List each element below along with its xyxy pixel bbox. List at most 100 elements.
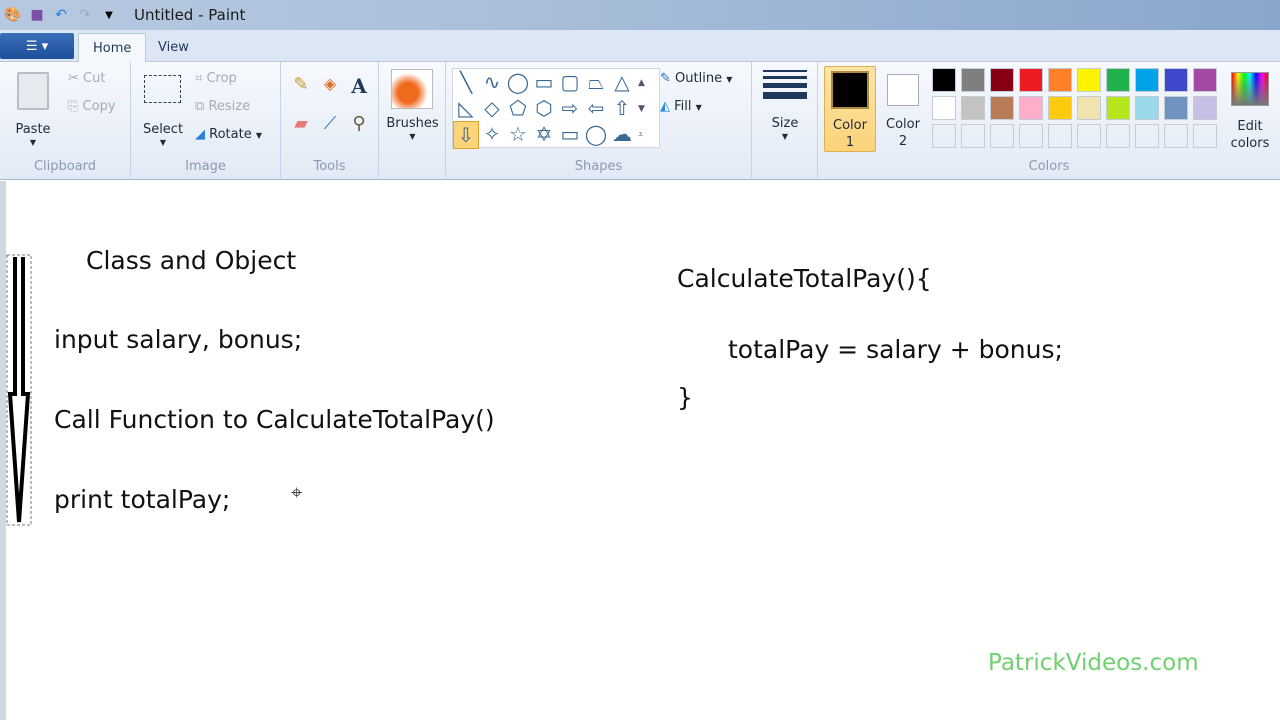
paste-button[interactable]: Paste ▼ bbox=[10, 68, 56, 148]
palette-swatch[interactable] bbox=[932, 96, 956, 120]
redo-icon[interactable]: ↷ bbox=[76, 6, 94, 24]
outline-button[interactable]: ✎ Outline ▼ bbox=[660, 71, 732, 86]
paint-menu-button[interactable]: ☰ ▾ bbox=[0, 33, 74, 59]
color-picker-icon[interactable]: ⟋ bbox=[316, 113, 344, 141]
rotate-button[interactable]: ◢ Rotate ▼ bbox=[195, 127, 262, 142]
palette-swatch[interactable] bbox=[1019, 68, 1043, 92]
down-arrow-drawing[interactable] bbox=[4, 254, 34, 529]
size-label: Size bbox=[771, 116, 799, 131]
undo-icon[interactable]: ↶ bbox=[52, 6, 70, 24]
palette-swatch[interactable] bbox=[932, 68, 956, 92]
canvas-text-print: print totalPay; bbox=[54, 485, 231, 514]
four-point-star-shape-icon[interactable]: ✧ bbox=[479, 121, 505, 149]
canvas-text-input: input salary, bonus; bbox=[54, 325, 303, 354]
palette-swatch[interactable] bbox=[1193, 68, 1217, 92]
palette-empty-swatch[interactable] bbox=[932, 124, 956, 148]
brushes-group[interactable]: Brushes ▼ bbox=[379, 62, 446, 178]
cloud-callout-shape-icon[interactable]: ☁ bbox=[609, 121, 635, 149]
right-arrow-shape-icon[interactable]: ⇨ bbox=[557, 95, 583, 121]
clipboard-group: Paste ▼ ✂ Cut ⎘ Copy Clipboard bbox=[0, 62, 131, 178]
palette-empty-swatch[interactable] bbox=[1019, 124, 1043, 148]
rounded-rectangle-shape-icon[interactable]: ▢ bbox=[557, 69, 583, 95]
palette-swatch[interactable] bbox=[1135, 96, 1159, 120]
palette-swatch[interactable] bbox=[1193, 96, 1217, 120]
palette-empty-swatch[interactable] bbox=[990, 124, 1014, 148]
palette-swatch[interactable] bbox=[961, 68, 985, 92]
canvas-text-function-body: totalPay = salary + bonus; bbox=[728, 335, 1063, 364]
rotate-icon: ◢ bbox=[195, 127, 205, 142]
palette-swatch[interactable] bbox=[1048, 96, 1072, 120]
oval-shape-icon[interactable]: ◯ bbox=[505, 69, 531, 95]
palette-swatch[interactable] bbox=[990, 96, 1014, 120]
tab-view[interactable]: View bbox=[144, 33, 203, 62]
tools-group-label: Tools bbox=[313, 159, 346, 174]
select-button[interactable]: Select ▼ bbox=[141, 68, 183, 148]
palette-empty-swatch[interactable] bbox=[1135, 124, 1159, 148]
up-arrow-shape-icon[interactable]: ⇧ bbox=[609, 95, 635, 121]
fill-button[interactable]: ◭ Fill ▼ bbox=[660, 99, 702, 114]
select-rectangle-icon bbox=[144, 75, 181, 103]
resize-button[interactable]: ⧉ Resize bbox=[195, 99, 250, 114]
cut-button[interactable]: ✂ Cut bbox=[68, 71, 105, 86]
rect-callout-shape-icon[interactable]: ▭ bbox=[557, 121, 583, 149]
fill-bucket-icon[interactable]: ◈ bbox=[316, 74, 344, 102]
pentagon-shape-icon[interactable]: ⬠ bbox=[505, 95, 531, 121]
palette-empty-swatch[interactable] bbox=[1164, 124, 1188, 148]
shapes-gallery[interactable]: ╲ ∿ ◯ ▭ ▢ ⏢ △ ◺ ◇ ⬠ ⬡ ⇨ ⇦ ⇧ ⇩ ✧ ☆ ✡ ▭ ◯ ☁ bbox=[452, 68, 660, 149]
save-icon[interactable]: ■ bbox=[28, 6, 46, 24]
ribbon: Paste ▼ ✂ Cut ⎘ Copy Clipboard Select ▼ … bbox=[0, 62, 1280, 180]
palette-empty-swatch[interactable] bbox=[961, 124, 985, 148]
eraser-icon[interactable]: ▰ bbox=[287, 113, 315, 141]
colors-group: Edit colors Colors bbox=[818, 62, 1280, 178]
palette-swatch[interactable] bbox=[1164, 68, 1188, 92]
line-size-icon bbox=[763, 70, 807, 99]
palette-empty-swatch[interactable] bbox=[1077, 124, 1101, 148]
right-triangle-shape-icon[interactable]: ◺ bbox=[453, 95, 479, 121]
window-title: Untitled - Paint bbox=[134, 6, 246, 24]
six-point-star-shape-icon[interactable]: ✡ bbox=[531, 121, 557, 149]
rectangle-shape-icon[interactable]: ▭ bbox=[531, 69, 557, 95]
hexagon-shape-icon[interactable]: ⬡ bbox=[531, 95, 557, 121]
shapes-group: ╲ ∿ ◯ ▭ ▢ ⏢ △ ◺ ◇ ⬠ ⬡ ⇨ ⇦ ⇧ ⇩ ✧ ☆ ✡ ▭ ◯ ☁ ▲ ▼ ⩡ ✎ Outline ▼ … bbox=[446, 62, 752, 178]
palette-empty-swatch[interactable] bbox=[1193, 124, 1217, 148]
crop-button[interactable]: ⌗ Crop bbox=[195, 71, 237, 86]
pencil-icon[interactable]: ✎ bbox=[287, 74, 315, 102]
text-tool-icon[interactable]: A bbox=[345, 74, 373, 102]
copy-label: Copy bbox=[82, 99, 116, 114]
tab-home[interactable]: Home bbox=[78, 33, 147, 62]
canvas-text-title: Class and Object bbox=[86, 246, 297, 275]
palette-swatch[interactable] bbox=[961, 96, 985, 120]
fill-icon: ◭ bbox=[660, 99, 670, 114]
magnifier-icon[interactable]: ⚲ bbox=[345, 113, 373, 141]
palette-swatch[interactable] bbox=[1106, 68, 1130, 92]
size-button[interactable]: Size ▼ bbox=[752, 62, 818, 178]
paste-label: Paste bbox=[15, 122, 51, 137]
polygon-shape-icon[interactable]: ⏢ bbox=[583, 69, 609, 95]
curve-shape-icon[interactable]: ∿ bbox=[479, 69, 505, 95]
five-point-star-shape-icon[interactable]: ☆ bbox=[505, 121, 531, 149]
brushes-label: Brushes bbox=[386, 116, 439, 131]
palette-swatch[interactable] bbox=[990, 68, 1014, 92]
palette-swatch[interactable] bbox=[1019, 96, 1043, 120]
palette-swatch[interactable] bbox=[1106, 96, 1130, 120]
triangle-shape-icon[interactable]: △ bbox=[609, 69, 635, 95]
palette-swatch[interactable] bbox=[1164, 96, 1188, 120]
palette-empty-swatch[interactable] bbox=[1048, 124, 1072, 148]
palette-swatch[interactable] bbox=[1077, 68, 1101, 92]
oval-callout-shape-icon[interactable]: ◯ bbox=[583, 121, 609, 149]
diamond-shape-icon[interactable]: ◇ bbox=[479, 95, 505, 121]
palette-swatch[interactable] bbox=[1077, 96, 1101, 120]
palette-swatch[interactable] bbox=[1048, 68, 1072, 92]
shapes-scroll[interactable]: ▲ ▼ ⩡ bbox=[638, 70, 645, 148]
left-arrow-shape-icon[interactable]: ⇦ bbox=[583, 95, 609, 121]
customize-toolbar-icon[interactable]: ▼ bbox=[100, 6, 118, 24]
palette-empty-swatch[interactable] bbox=[1106, 124, 1130, 148]
canvas-text-function-close: } bbox=[677, 383, 693, 412]
colors-group-label: Colors bbox=[1028, 159, 1070, 174]
crop-label: Crop bbox=[206, 71, 237, 86]
down-arrow-shape-icon[interactable]: ⇩ bbox=[453, 121, 479, 149]
copy-button[interactable]: ⎘ Copy bbox=[68, 99, 116, 114]
palette-swatch[interactable] bbox=[1135, 68, 1159, 92]
edit-colors-button[interactable]: Edit colors bbox=[1228, 68, 1272, 152]
line-shape-icon[interactable]: ╲ bbox=[453, 69, 479, 95]
